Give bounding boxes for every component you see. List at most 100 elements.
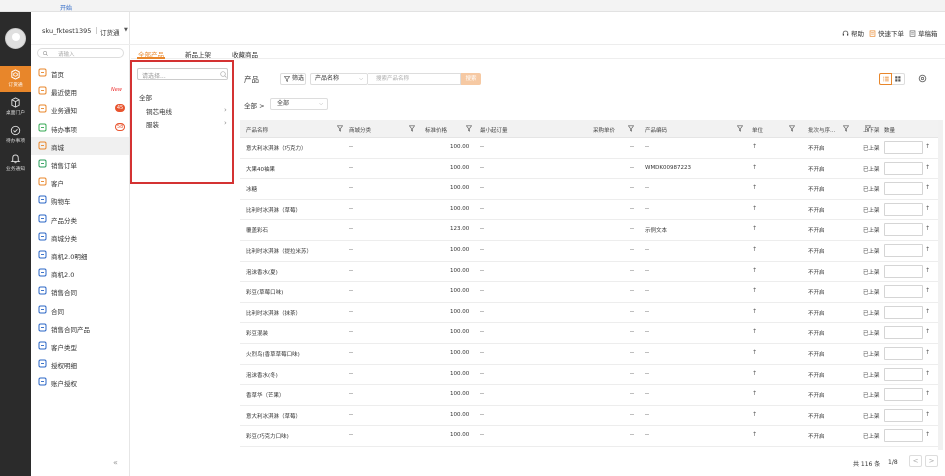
grid-view-button[interactable] <box>892 73 905 85</box>
sidebar-item[interactable]: 授权明细 <box>31 355 129 373</box>
table-row[interactable]: 香草华（芒果） -- 100.00 -- -- -- 不开启 已上架 ↑ ↑ <box>240 385 940 406</box>
table-scrollbar[interactable] <box>938 120 943 450</box>
quantity-input[interactable] <box>884 161 923 175</box>
quantity-input[interactable] <box>884 223 923 237</box>
quantity-up-icon[interactable]: ↑ <box>925 390 930 397</box>
sidebar-item[interactable]: 购物车 <box>31 191 129 209</box>
table-row[interactable]: 泡沫香水(冬) -- 100.00 -- -- -- 不开启 已上架 ↑ ↑ <box>240 364 940 386</box>
quantity-input[interactable] <box>884 367 923 381</box>
rail-item-todo[interactable]: 待办事项 <box>0 122 31 148</box>
table-row[interactable]: 比利时冰淇淋（提拉米苏） -- 100.00 -- -- -- 不开启 已上架 ↑ ↑ <box>240 241 940 262</box>
quantity-input[interactable] <box>884 347 923 360</box>
column-filter-icon[interactable] <box>466 125 472 132</box>
quantity-up-icon[interactable]: ↑ <box>925 287 930 294</box>
quantity-up-icon[interactable]: ↑ <box>925 308 930 315</box>
table-row[interactable]: 火烈鸟(香草草莓口味) -- 100.00 -- -- -- 不开启 已上架 ↑ ↑ <box>240 344 940 365</box>
sidebar-item[interactable]: 最近使用 New <box>31 82 129 100</box>
sidebar-item[interactable]: 待办事项 58 <box>31 119 129 137</box>
column-filter-icon[interactable] <box>789 125 795 132</box>
column-filter-icon[interactable] <box>409 125 415 132</box>
drafts-link[interactable]: 草稿箱 <box>909 28 938 38</box>
list-view-button[interactable] <box>879 73 892 85</box>
quantity-input[interactable] <box>884 202 923 216</box>
chevron-right-icon[interactable]: › <box>224 119 227 127</box>
quantity-up-icon[interactable]: ↑ <box>925 370 930 377</box>
breadcrumb-select[interactable]: 全部 ⌵ <box>270 98 328 110</box>
shop-switch[interactable]: 订货通 <box>100 27 120 37</box>
quick-order-link[interactable]: 快速下单 <box>869 28 904 38</box>
sidebar-item[interactable]: 商机2.0明细 <box>31 246 129 264</box>
table-row[interactable]: 比利时冰淇淋（草莓） -- 100.00 -- -- -- 不开启 已上架 ↑ ↑ <box>240 199 940 221</box>
start-tab[interactable]: 开始 <box>60 3 72 12</box>
category-search-input[interactable]: 请选择... <box>137 68 228 80</box>
quantity-up-icon[interactable]: ↑ <box>925 225 930 232</box>
column-filter-icon[interactable] <box>865 125 871 132</box>
chevron-down-icon[interactable]: ▼ <box>124 27 128 33</box>
sidebar-item[interactable]: 商城 <box>31 136 129 155</box>
quantity-input[interactable] <box>884 182 923 196</box>
quantity-input[interactable] <box>884 264 923 278</box>
tab-new-products[interactable]: 新品上架 <box>185 49 211 59</box>
quantity-up-icon[interactable]: ↑ <box>925 328 930 335</box>
current-user[interactable]: sku_fktest1395 <box>42 27 91 35</box>
table-row[interactable]: 意大利冰淇淋（草莓） -- 100.00 -- -- -- 不开启 已上架 ↑ ↑ <box>240 405 940 427</box>
quantity-input[interactable] <box>884 305 923 319</box>
quantity-up-icon[interactable]: ↑ <box>925 431 930 438</box>
sidebar-item[interactable]: 账户授权 <box>31 373 129 391</box>
product-search-input[interactable]: 搜索产品名称 <box>368 73 461 85</box>
sidebar-item[interactable]: 产品分类 <box>31 210 129 228</box>
table-row[interactable]: 覆盖彩石 -- 123.00 -- -- 示例文本 不开启 已上架 ↑ ↑ <box>240 220 940 241</box>
gear-icon[interactable] <box>918 74 927 83</box>
rail-item-dinghuotong[interactable]: 订货通 <box>0 66 31 92</box>
quantity-up-icon[interactable]: ↑ <box>925 164 930 171</box>
breadcrumb-root[interactable]: 全部 <box>244 102 257 110</box>
next-page-button[interactable]: > <box>925 455 938 467</box>
table-row[interactable]: 彩豆混装 -- 100.00 -- -- -- 不开启 已上架 ↑ ↑ <box>240 323 940 344</box>
quantity-up-icon[interactable]: ↑ <box>925 411 930 418</box>
quantity-up-icon[interactable]: ↑ <box>925 205 930 212</box>
sidebar-item[interactable]: 客户 <box>31 173 129 191</box>
column-filter-icon[interactable] <box>628 125 634 132</box>
filter-button[interactable]: 筛选 <box>280 73 306 85</box>
quantity-input[interactable] <box>884 408 923 422</box>
quantity-input[interactable] <box>884 388 923 402</box>
sidebar-item[interactable]: 销售合同产品 <box>31 319 129 337</box>
quantity-input[interactable] <box>884 429 923 443</box>
quantity-input[interactable] <box>884 141 923 154</box>
sidebar-item[interactable]: 合同 <box>31 301 129 319</box>
table-row[interactable]: 彩豆(巧克力口味) -- 100.00 -- -- -- 不开启 已上架 ↑ ↑ <box>240 426 940 447</box>
column-filter-icon[interactable] <box>843 125 849 132</box>
tab-favorites[interactable]: 收藏商品 <box>232 49 258 59</box>
column-filter-icon[interactable] <box>737 125 743 132</box>
sidebar-item[interactable]: 销售订单 <box>31 155 129 173</box>
quantity-up-icon[interactable]: ↑ <box>925 349 930 356</box>
sidebar-search-input[interactable]: 请输入 <box>37 48 124 58</box>
sidebar-item[interactable]: 销售合同 <box>31 282 129 300</box>
category-item-copper-wire[interactable]: 铜芯电线 <box>146 106 172 116</box>
table-row[interactable]: 彩豆(草莓口味) -- 100.00 -- -- -- 不开启 已上架 ↑ ↑ <box>240 282 940 303</box>
sidebar-item[interactable]: 客户类型 <box>31 337 129 355</box>
table-row[interactable]: 比利时冰淇淋（抹茶） -- 100.00 -- -- -- 不开启 已上架 ↑ ↑ <box>240 302 940 324</box>
sidebar-item[interactable]: 首页 <box>31 64 129 82</box>
rail-item-desktop[interactable]: 桌面门户 <box>0 94 31 120</box>
sidebar-item[interactable]: 商机2.0 <box>31 264 129 282</box>
table-row[interactable]: 大果40袖果 -- 100.00 -- -- WMDK00987223 不开启 已上架 ↑ ↑ <box>240 158 940 180</box>
search-button[interactable]: 搜索 <box>461 73 481 85</box>
quantity-input[interactable] <box>884 244 923 257</box>
table-row[interactable]: 泡沫香水(夏) -- 100.00 -- -- -- 不开启 已上架 ↑ ↑ <box>240 261 940 283</box>
page-indicator[interactable]: 1/8 <box>888 459 898 466</box>
table-row[interactable]: 冰糖 -- 100.00 -- -- -- 不开启 已上架 ↑ ↑ <box>240 179 940 200</box>
quantity-up-icon[interactable]: ↑ <box>925 143 930 150</box>
help-link[interactable]: 帮助 <box>842 28 864 38</box>
sidebar-item[interactable]: 业务通知 45 <box>31 100 129 118</box>
quantity-up-icon[interactable]: ↑ <box>925 246 930 253</box>
quantity-input[interactable] <box>884 326 923 340</box>
category-item-clothing[interactable]: 服装 <box>146 119 159 129</box>
search-field-select[interactable]: 产品名称 ⌵ <box>310 73 368 85</box>
table-row[interactable]: 意大利冰淇淋（巧克力） -- 100.00 -- -- -- 不开启 已上架 ↑ ↑ <box>240 138 940 159</box>
avatar[interactable] <box>5 28 26 49</box>
prev-page-button[interactable]: < <box>909 455 922 467</box>
sidebar-item[interactable]: 商城分类 <box>31 228 129 246</box>
quantity-up-icon[interactable]: ↑ <box>925 184 930 191</box>
chevron-right-icon[interactable]: › <box>224 106 227 114</box>
